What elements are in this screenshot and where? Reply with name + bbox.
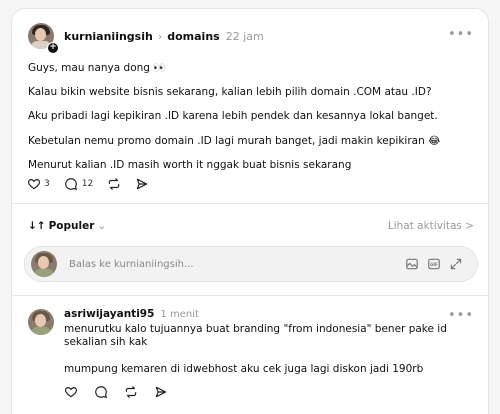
post-paragraph: Kalau bikin website bisnis sekarang, kal…: [28, 86, 432, 98]
repost-button[interactable]: [124, 385, 138, 399]
repost-icon: [125, 386, 137, 398]
share-button[interactable]: [135, 177, 149, 191]
more-icon[interactable]: •••: [448, 308, 474, 323]
post-paragraph: Aku pribadi lagi kepikiran .ID karena le…: [28, 110, 438, 122]
repost-button[interactable]: [107, 177, 121, 191]
image-icon: [406, 258, 418, 270]
sort-label: Populer: [48, 220, 95, 232]
post-paragraph: Kebetulan nemu promo domain .ID lagi mur…: [28, 135, 441, 147]
comment-text-line: menurutku kalo tujuannya buat branding "…: [64, 323, 447, 335]
more-icon[interactable]: •••: [448, 27, 474, 42]
expand-button[interactable]: [449, 257, 463, 271]
expand-icon: [450, 258, 462, 270]
gif-button[interactable]: GIF: [427, 257, 441, 271]
comment-time: 1 menit: [160, 308, 199, 320]
repost-icon: [108, 178, 120, 190]
post-actions: 3 12: [27, 177, 163, 191]
share-button[interactable]: [154, 385, 168, 399]
post-header: + kurnianiingsih › domains 22 jam: [28, 23, 264, 54]
avatar: [31, 251, 57, 277]
comment-text-line: mumpung kemaren di idwebhost aku cek jug…: [64, 363, 424, 375]
reply-input[interactable]: Balas ke kurnianiingsih...: [69, 259, 405, 270]
post-username[interactable]: kurnianiingsih: [64, 30, 153, 43]
post-paragraph: Menurut kalian .ID masih worth it nggak …: [28, 159, 352, 171]
share-icon: [136, 178, 148, 190]
reply-composer[interactable]: Balas ke kurnianiingsih... GIF: [24, 246, 478, 282]
like-button[interactable]: [64, 385, 78, 399]
chevron-down-icon: ⌄: [97, 220, 107, 232]
comment-text-line: sekalian sih kak: [64, 336, 148, 348]
heart-icon: [64, 387, 78, 398]
sort-icon: ↓↑: [28, 220, 46, 232]
post-card: + kurnianiingsih › domains 22 jam ••• Gu…: [11, 8, 489, 414]
view-activity-link[interactable]: Lihat aktivitas >: [388, 220, 474, 232]
post-paragraph: Guys, mau nanya dong 👀: [28, 62, 167, 74]
heart-icon: [27, 179, 41, 190]
comment-header: asriwijayanti95 1 menit: [64, 308, 199, 320]
image-button[interactable]: [405, 257, 419, 271]
like-button[interactable]: 3: [27, 177, 50, 191]
sort-dropdown[interactable]: ↓↑ Populer ⌄: [28, 220, 106, 232]
comment-button[interactable]: 12: [64, 177, 93, 191]
comment-count: 12: [81, 179, 94, 189]
svg-text:GIF: GIF: [430, 262, 438, 267]
comment-button[interactable]: [94, 385, 108, 399]
comment-actions: [64, 385, 182, 399]
share-icon: [155, 386, 167, 398]
comment-username[interactable]: asriwijayanti95: [64, 308, 154, 320]
chevron-right-icon: ›: [157, 29, 163, 43]
follow-plus-icon[interactable]: +: [47, 42, 59, 54]
comment-icon: [64, 178, 77, 191]
post-topic[interactable]: domains: [167, 30, 219, 43]
divider: [12, 295, 488, 296]
post-time: 22 jam: [225, 29, 264, 43]
divider: [12, 203, 488, 204]
comment-icon: [95, 386, 108, 399]
like-count: 3: [44, 179, 50, 189]
avatar[interactable]: [28, 309, 54, 335]
gif-icon: GIF: [428, 258, 440, 270]
